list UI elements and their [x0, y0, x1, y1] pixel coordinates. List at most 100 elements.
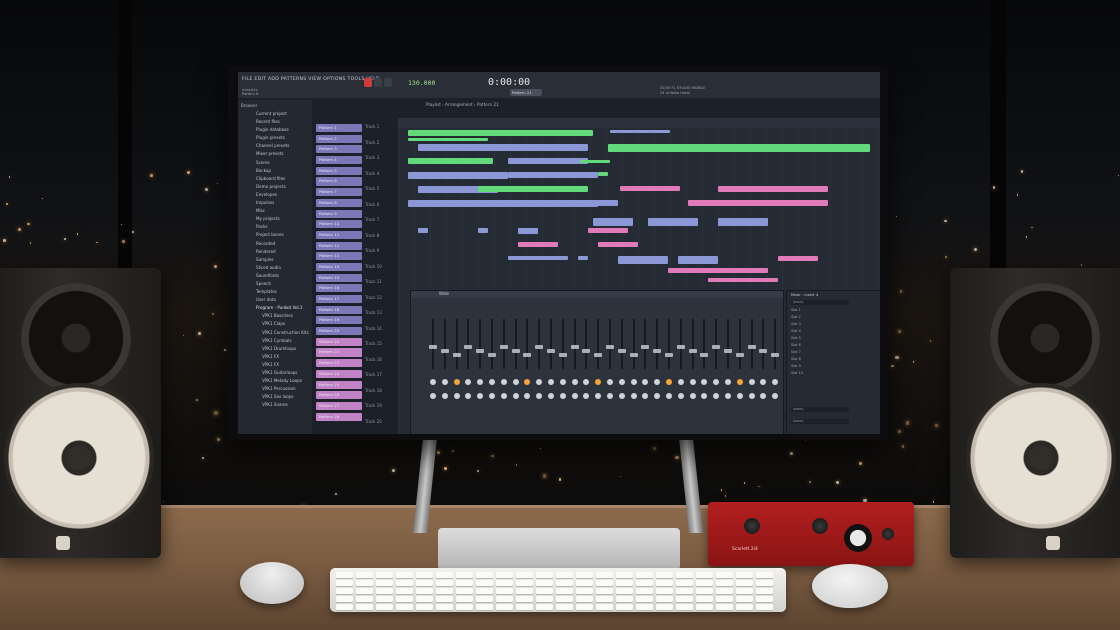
send-knob[interactable] — [477, 393, 484, 399]
browser-sub-item[interactable]: VPK1 Claps — [246, 320, 312, 328]
browser-item[interactable]: Envelopes — [246, 191, 312, 199]
mixer-strip[interactable] — [558, 301, 567, 429]
browser-item[interactable]: Demo projects — [246, 183, 312, 191]
channel-pattern[interactable]: Pattern 5 — [316, 166, 362, 175]
browser-sub-item[interactable]: VPK1 Sax loops — [246, 393, 312, 401]
pattern-clip[interactable] — [688, 200, 828, 206]
send-knob[interactable] — [559, 393, 566, 399]
track-label[interactable]: Track 11 — [365, 279, 399, 295]
send-knob[interactable] — [772, 393, 779, 399]
fader-knob[interactable] — [570, 345, 579, 349]
fader-knob[interactable] — [700, 353, 709, 357]
mixer-strip[interactable] — [464, 301, 473, 429]
pan-knob[interactable] — [512, 379, 519, 385]
track-label[interactable]: Track 18 — [365, 388, 399, 403]
track-label[interactable]: Track 17 — [365, 372, 399, 388]
mixer-strip[interactable] — [523, 301, 532, 429]
mixer-slot[interactable]: Slot 1 — [791, 308, 851, 312]
fader-knob[interactable] — [629, 353, 638, 357]
mixer-strip[interactable] — [476, 301, 485, 429]
fader-knob[interactable] — [653, 349, 662, 353]
browser-item[interactable]: Scores — [246, 159, 312, 167]
pattern-clip[interactable] — [508, 158, 588, 164]
playlist-timeline[interactable] — [398, 118, 880, 128]
channel-pattern[interactable]: Pattern 13 — [316, 252, 362, 261]
mixer-strip[interactable] — [488, 301, 496, 429]
mixer-strip[interactable] — [724, 301, 732, 429]
browser-item[interactable]: My projects — [246, 215, 312, 223]
track-label[interactable]: Track 7 — [365, 217, 399, 233]
pan-knob[interactable] — [559, 379, 566, 385]
fader-knob[interactable] — [547, 349, 555, 353]
send-knob[interactable] — [512, 393, 519, 399]
track-label[interactable]: Track 1 — [365, 124, 399, 140]
browser-sub-item[interactable]: VPK1 Drumloops — [246, 345, 312, 353]
browser-item[interactable]: Channel presets — [246, 142, 312, 150]
browser-item[interactable]: Project bones — [246, 231, 312, 239]
browser-item[interactable]: Recent files — [246, 118, 312, 126]
browser-sub-item[interactable]: VPK1 Construction Kits — [246, 329, 312, 337]
pan-knob[interactable] — [736, 379, 743, 385]
fader-knob[interactable] — [499, 345, 508, 349]
send-knob[interactable] — [536, 393, 543, 399]
browser-sub-item[interactable]: VPK1 Guitarloops — [246, 369, 312, 377]
browser-item[interactable]: Impulses — [246, 199, 312, 207]
send-knob[interactable] — [689, 393, 696, 399]
fader-knob[interactable] — [617, 349, 626, 353]
fader-knob[interactable] — [440, 349, 449, 353]
browser-item[interactable]: Speech — [246, 280, 312, 288]
pattern-clip[interactable] — [610, 130, 670, 133]
mixer-strip[interactable] — [570, 301, 579, 429]
pattern-clip[interactable] — [648, 218, 698, 226]
mixer-slot[interactable]: Slot 6 — [791, 343, 851, 347]
mixer-strip[interactable] — [452, 301, 461, 429]
pan-knob[interactable] — [500, 379, 507, 385]
send-knob[interactable] — [430, 393, 436, 399]
pattern-clip[interactable] — [418, 228, 428, 233]
track-label[interactable]: Track 4 — [365, 171, 399, 186]
send-knob[interactable] — [642, 393, 649, 399]
track-label[interactable]: Track 6 — [365, 202, 399, 217]
pattern-selector[interactable]: Pattern 21 — [510, 89, 542, 96]
pattern-clip[interactable] — [598, 172, 608, 176]
channel-pattern[interactable]: Pattern 28 — [316, 412, 362, 421]
pan-knob[interactable] — [677, 379, 684, 385]
pattern-clip[interactable] — [708, 278, 778, 282]
browser-sub-item[interactable]: VPK1 Cymbals — [246, 337, 312, 345]
stop-button[interactable] — [374, 78, 382, 87]
pattern-clip[interactable] — [408, 200, 598, 207]
send-knob[interactable] — [748, 393, 755, 399]
mixer-strip[interactable] — [582, 301, 591, 429]
mixer-slot[interactable]: Slot 3 — [791, 322, 851, 326]
pan-knob[interactable] — [583, 379, 590, 385]
browser-item[interactable]: Backup — [246, 167, 312, 175]
send-knob[interactable] — [607, 393, 613, 399]
pattern-clip[interactable] — [518, 228, 538, 234]
channel-pattern[interactable]: Pattern 7 — [316, 188, 362, 197]
pattern-clip[interactable] — [408, 158, 493, 164]
mixer-output-select[interactable]: (none) — [791, 407, 849, 412]
mixer-slot[interactable]: Slot 8 — [791, 357, 851, 361]
send-knob[interactable] — [441, 393, 448, 399]
browser-sub-item[interactable]: VPK1 FX — [246, 353, 312, 361]
browser-item[interactable]: Sliced audio — [246, 264, 312, 272]
send-knob[interactable] — [595, 393, 602, 399]
browser-item[interactable]: Plugin presets — [246, 134, 312, 142]
pattern-clip[interactable] — [608, 144, 870, 152]
mixer-strip[interactable] — [429, 301, 437, 429]
pan-knob[interactable] — [430, 379, 436, 385]
fader-knob[interactable] — [712, 345, 721, 349]
fader-knob[interactable] — [558, 353, 567, 357]
fader-knob[interactable] — [665, 353, 673, 357]
fader-knob[interactable] — [476, 349, 485, 353]
fader-knob[interactable] — [724, 349, 732, 353]
mixer-strip[interactable] — [700, 301, 709, 429]
channel-pattern[interactable]: Pattern 11 — [316, 230, 362, 239]
mixer-strip[interactable] — [688, 301, 697, 429]
pattern-clip[interactable] — [678, 256, 718, 264]
send-knob[interactable] — [524, 393, 531, 399]
fader-knob[interactable] — [771, 353, 780, 357]
send-knob[interactable] — [713, 393, 720, 399]
send-knob[interactable] — [666, 393, 672, 399]
pan-knob[interactable] — [489, 379, 495, 385]
